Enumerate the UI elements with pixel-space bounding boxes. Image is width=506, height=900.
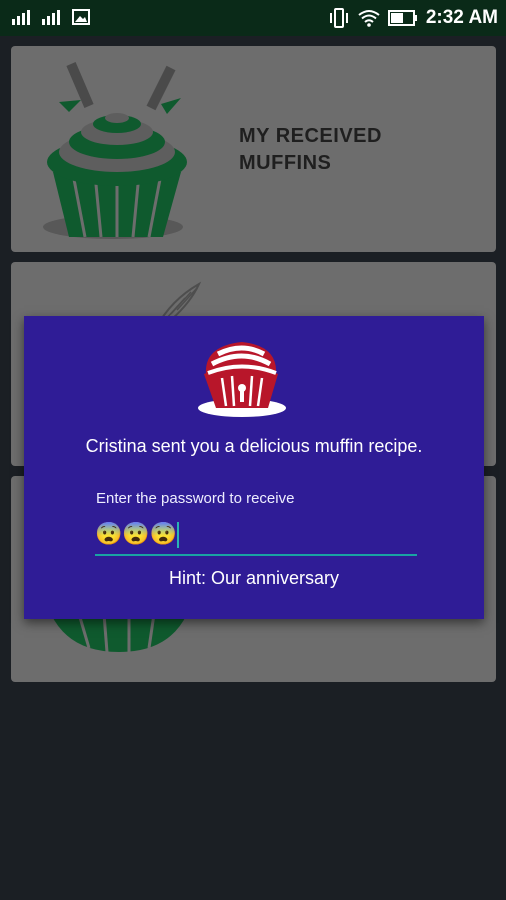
text-caret <box>177 522 179 548</box>
vibrate-icon <box>328 8 350 28</box>
password-input-value: 😨😨😨 <box>95 521 178 546</box>
battery-icon <box>387 10 418 26</box>
dialog-message: Cristina sent you a delicious muffin rec… <box>85 436 423 456</box>
receive-recipe-dialog: Cristina sent you a delicious muffin rec… <box>24 316 484 619</box>
signal-icon <box>12 9 34 25</box>
signal-icon-2 <box>42 9 64 25</box>
password-hint: Hint: Our anniversary <box>168 568 340 588</box>
password-prompt-label: Enter the password to receive <box>96 490 295 507</box>
password-input[interactable]: 😨😨😨 <box>95 516 417 556</box>
green-muffin-icon-2 <box>49 613 189 659</box>
status-time: 2:32 AM <box>425 7 498 28</box>
status-bar: 2:32 AM <box>0 0 506 36</box>
received-muffins-card[interactable]: MY RECEIVED MUFFINS <box>11 46 496 252</box>
image-icon <box>72 9 90 25</box>
green-muffin-icon <box>41 62 191 245</box>
locked-muffin-icon <box>196 338 286 423</box>
card-title: MY RECEIVED MUFFINS <box>239 125 382 174</box>
wifi-icon <box>358 9 380 27</box>
